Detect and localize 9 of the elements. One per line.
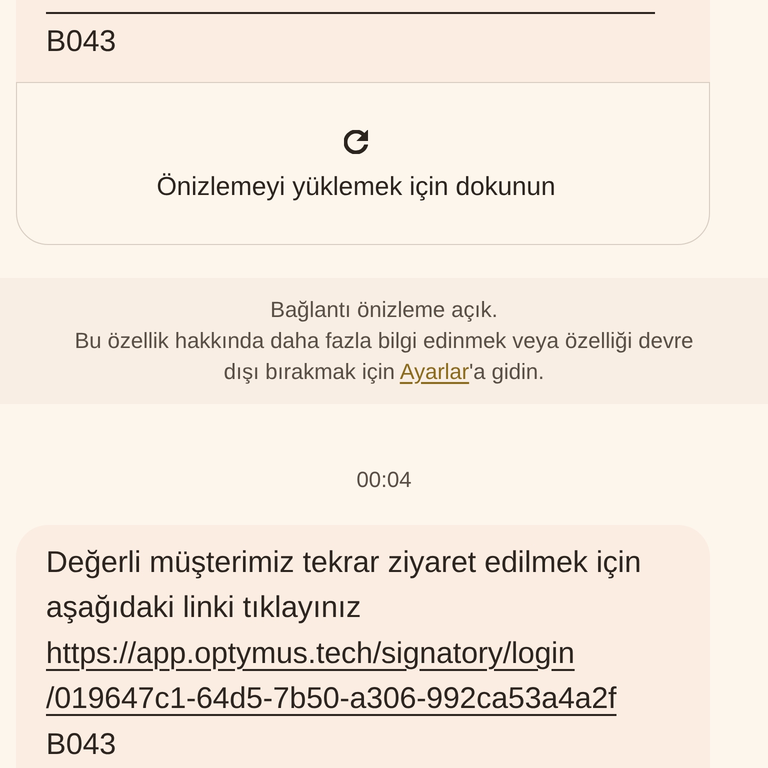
refresh-icon [344, 130, 368, 154]
message-code: B043 [46, 24, 116, 60]
settings-link[interactable]: Ayarlar [400, 359, 470, 384]
load-preview-button[interactable]: Önizlemeyi yüklemek için dokunun [16, 82, 710, 244]
timestamp: 00:04 [356, 466, 412, 494]
message-link[interactable]: https://app.optymus.tech/signatory/login /019647c1-64d5-7b50-a306-992ca53a4a2f [46, 630, 616, 722]
notice-title: Bağlantı önizleme açık. [270, 296, 498, 324]
notice-text: Bu özellik hakkında daha fazla bilgi edinmek veya özelliği devre dışı bırakmak için Ayarlar'a gidin. [74, 327, 694, 386]
message-code: B043 [46, 726, 116, 762]
